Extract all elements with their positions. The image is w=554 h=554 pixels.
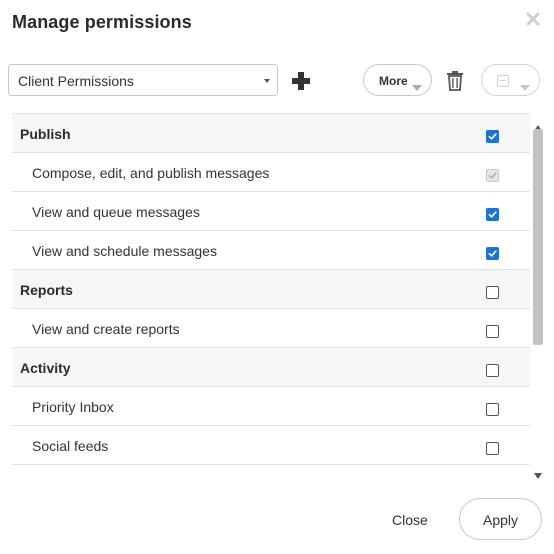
permission-checkbox[interactable] xyxy=(486,247,499,260)
permission-group-row: Publish xyxy=(12,114,530,153)
toolbar: Client Permissions More xyxy=(8,64,542,98)
permission-label: Priority Inbox xyxy=(32,399,114,415)
close-button[interactable]: Close xyxy=(392,512,428,528)
close-icon[interactable] xyxy=(524,10,542,28)
permissions-list: Publish Compose, edit, and publish messag… xyxy=(12,113,530,465)
permission-row: View and create reports xyxy=(12,309,530,348)
chevron-down-icon xyxy=(412,78,422,91)
permission-checkbox[interactable] xyxy=(486,130,499,143)
bulk-select-button[interactable] xyxy=(481,64,540,96)
trash-icon[interactable] xyxy=(445,70,465,92)
permission-label: View and create reports xyxy=(32,321,180,337)
permission-row: Priority Inbox xyxy=(12,387,530,426)
more-button-label: More xyxy=(379,74,408,88)
permission-checkbox[interactable] xyxy=(486,208,499,221)
permission-label: View and queue messages xyxy=(32,204,200,220)
permission-checkbox[interactable] xyxy=(486,364,499,377)
permission-checkbox xyxy=(486,169,499,182)
permission-label: Social feeds xyxy=(32,438,109,454)
permission-checkbox[interactable] xyxy=(486,442,499,455)
scrollbar[interactable] xyxy=(531,113,545,481)
permission-label: Compose, edit, and publish messages xyxy=(32,165,270,181)
permission-row: Social feeds xyxy=(12,426,530,465)
permission-row: Compose, edit, and publish messages xyxy=(12,153,530,192)
permission-row: View and queue messages xyxy=(12,192,530,231)
permission-group-label: Reports xyxy=(20,282,73,298)
permission-group-label: Publish xyxy=(20,126,71,142)
permission-group-row: Reports xyxy=(12,270,530,309)
more-button[interactable]: More xyxy=(363,64,432,96)
apply-button-label: Apply xyxy=(482,512,519,528)
permission-set-select[interactable]: Client Permissions xyxy=(8,64,278,96)
permission-set-select-value: Client Permissions xyxy=(18,73,134,89)
scroll-up-icon[interactable] xyxy=(534,118,542,131)
permission-checkbox[interactable] xyxy=(486,286,499,299)
permission-row: View and schedule messages xyxy=(12,231,530,270)
permission-group-row: Activity xyxy=(12,348,530,387)
scroll-down-icon[interactable] xyxy=(534,466,542,479)
permission-checkbox[interactable] xyxy=(486,403,499,416)
caret-down-icon xyxy=(263,74,271,86)
chevron-down-icon xyxy=(520,78,530,91)
scrollbar-thumb[interactable] xyxy=(533,129,543,345)
dialog-title: Manage permissions xyxy=(12,12,192,32)
permission-label: View and schedule messages xyxy=(32,243,217,259)
bulk-select-icon xyxy=(497,75,509,87)
plus-icon[interactable] xyxy=(290,70,312,92)
permission-checkbox[interactable] xyxy=(486,325,499,338)
apply-button[interactable]: Apply xyxy=(459,498,542,540)
permission-group-label: Activity xyxy=(20,360,71,376)
